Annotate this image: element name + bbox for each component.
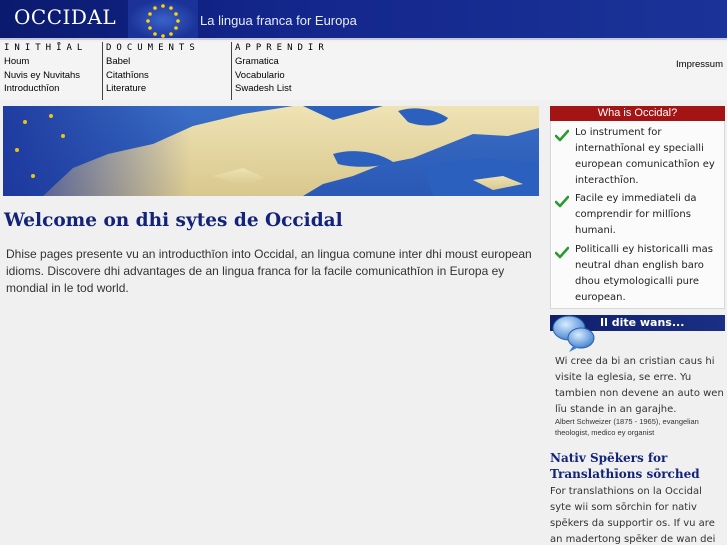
feature-text: Facile ey immediateli da comprendir for …	[575, 193, 697, 236]
nav-link-nuvis[interactable]: Nuvis ey Nuvitahs	[4, 69, 102, 83]
europe-map-banner	[3, 106, 539, 196]
site-tagline: La lingua franca for Europa	[200, 13, 357, 28]
nav-column-inithial: INITHĪAL Houm Nuvis ey Nuvitahs Introduc…	[4, 42, 102, 100]
quote-author: Albert Schweizer (1875 - 1965), evangeli…	[555, 417, 699, 437]
nav-heading-apprendir: APPRENDIR	[235, 43, 329, 53]
native-speakers-heading[interactable]: Nativ Spēkers for Translathīons sōrched	[550, 450, 725, 482]
feature-text: Politicalli ey historicalli mas neutral …	[575, 244, 713, 303]
check-icon	[555, 246, 569, 259]
nav-link-houm[interactable]: Houm	[4, 55, 102, 69]
check-icon	[555, 129, 569, 142]
nav-heading-inithial: INITHĪAL	[4, 43, 88, 53]
native-speakers-text: For translathions on la Occidal syte wii…	[550, 486, 716, 545]
feature-text: Lo instrument for internathīonal ey spec…	[575, 127, 715, 186]
site-header: OCCIDAL La lingua franca for Europa	[0, 0, 727, 40]
nav-heading-documents: DOCUMENTS	[106, 43, 200, 53]
intro-paragraph: Dhise pages presente vu an introducthīon…	[6, 247, 532, 295]
nav-link-vocabulario[interactable]: Vocabulario	[235, 69, 361, 83]
nav-link-swadesh-list[interactable]: Swadesh List	[235, 82, 361, 96]
nav-link-babel[interactable]: Babel	[106, 55, 231, 69]
nav-link-gramatica[interactable]: Gramatica	[235, 55, 361, 69]
what-is-occidal-box: Lo instrument for internathīonal ey spec…	[550, 121, 725, 309]
main-navigation: INITHĪAL Houm Nuvis ey Nuvitahs Introduc…	[0, 42, 727, 100]
what-is-occidal-heading: Wha is Occidal?	[550, 106, 725, 121]
nav-column-apprendir: APPRENDIR Gramatica Vocabulario Swadesh …	[231, 42, 361, 100]
eu-flag-icon	[128, 0, 198, 38]
quote-heading: Il dite wans...	[600, 316, 685, 329]
nav-link-citathions[interactable]: Citathīons	[106, 69, 231, 83]
page-title: Welcome on dhi sytes de Occidal	[4, 210, 343, 231]
check-icon	[555, 195, 569, 208]
nav-link-literature[interactable]: Literature	[106, 82, 231, 96]
nav-column-documents: DOCUMENTS Babel Citathīons Literature	[102, 42, 231, 100]
site-logo[interactable]: OCCIDAL	[14, 5, 116, 29]
speech-bubble-icon	[552, 315, 595, 352]
nav-link-impressum[interactable]: Impressum	[676, 59, 723, 70]
quote-text: Wi cree da bi an cristian caus hi visite…	[555, 356, 724, 415]
nav-link-introducthion[interactable]: Introducthīon	[4, 82, 102, 96]
